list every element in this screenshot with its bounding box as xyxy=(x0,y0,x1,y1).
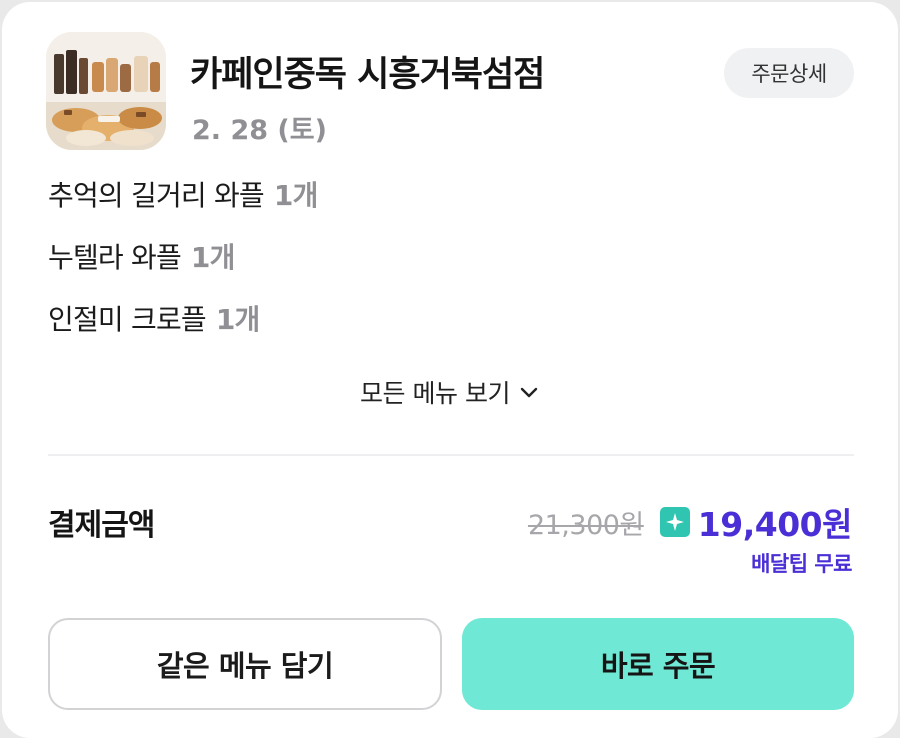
store-name[interactable]: 카페인중독 시흥거북섬점 xyxy=(190,46,545,97)
price-row: 21,300원 19,400원 xyxy=(527,498,853,546)
see-all-menu-button[interactable]: 모든 메뉴 보기 xyxy=(2,374,898,410)
delivery-tip-label: 배달팁 무료 xyxy=(751,552,852,576)
see-all-menu-label: 모든 메뉴 보기 xyxy=(360,379,510,408)
sparkle-badge-icon xyxy=(659,507,690,537)
order-card: 카페인중독 시흥거북섬점 2. 28 (토) 주문상세 추억의 길거리 와플 1개… xyxy=(2,2,898,738)
menu-item-qty: 1개 xyxy=(273,179,318,212)
menu-list: 추억의 길거리 와플 1개 누텔라 와플 1개 인절미 크로플 1개 xyxy=(48,174,318,360)
divider xyxy=(48,454,854,456)
order-date: 2. 28 (토) xyxy=(192,115,327,146)
chevron-down-icon xyxy=(520,387,538,398)
menu-item-qty: 1개 xyxy=(215,303,260,336)
menu-item: 추억의 길거리 와플 1개 xyxy=(48,174,318,236)
menu-item: 인절미 크로플 1개 xyxy=(48,298,318,360)
original-price: 21,300원 xyxy=(527,509,644,541)
menu-item-name: 누텔라 와플 xyxy=(48,241,182,274)
store-thumbnail[interactable] xyxy=(46,32,166,150)
menu-item: 누텔라 와플 1개 xyxy=(48,236,318,298)
order-now-button[interactable]: 바로 주문 xyxy=(462,618,854,710)
menu-item-qty: 1개 xyxy=(190,241,235,274)
store-thumbnail-image xyxy=(46,32,166,150)
order-detail-button[interactable]: 주문상세 xyxy=(724,48,854,98)
final-price: 19,400원 xyxy=(697,505,853,544)
payment-label: 결제금액 xyxy=(48,508,155,543)
add-same-menu-button[interactable]: 같은 메뉴 담기 xyxy=(48,618,442,710)
menu-item-name: 인절미 크로플 xyxy=(48,303,207,336)
menu-item-name: 추억의 길거리 와플 xyxy=(48,179,265,212)
